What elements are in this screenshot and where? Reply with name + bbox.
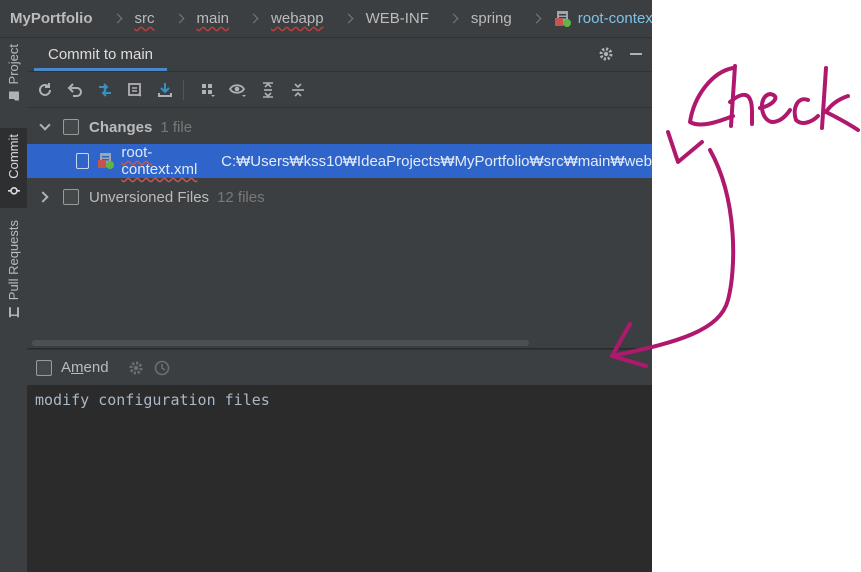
history-icon[interactable] (153, 359, 171, 377)
commit-message-text: modify configuration files (35, 391, 270, 409)
breadcrumb-item-web-inf[interactable]: WEB-INF (324, 0, 429, 37)
strip-tab-pull-requests[interactable]: Pull Requests (0, 220, 27, 330)
strip-tab-label: Pull Requests (6, 220, 21, 301)
breadcrumb-item-webapp[interactable]: webapp (229, 0, 324, 37)
expand-all-icon[interactable] (256, 78, 280, 102)
changes-count: 1 file (160, 118, 193, 136)
file-name: root-context.xml (121, 144, 198, 178)
tree-row-file[interactable]: root-context.xml C:₩Users₩kss10₩IdeaProj… (27, 144, 652, 178)
chevron-right-icon (530, 11, 546, 27)
unversioned-checkbox[interactable] (63, 189, 79, 205)
update-icon[interactable] (153, 78, 177, 102)
chevron-right-icon (342, 11, 358, 27)
breadcrumb-item-main[interactable]: main (155, 0, 230, 37)
tool-window-header: Commit to main (27, 38, 652, 72)
unversioned-label: Unversioned Files (89, 188, 210, 206)
chevron-right-icon (111, 11, 127, 27)
commit-icon (6, 185, 21, 197)
breadcrumb-item-spring[interactable]: spring (429, 0, 512, 37)
gear-icon[interactable] (596, 44, 616, 64)
folder-icon (6, 90, 21, 102)
amend-label[interactable]: Amend (61, 359, 109, 376)
blank-area (652, 0, 861, 572)
breadcrumb: MyPortfolio src main webapp WEB-INF spri… (0, 0, 652, 38)
collapse-all-icon[interactable] (286, 78, 310, 102)
amend-bar: Amend (27, 349, 652, 386)
chevron-right-icon (247, 11, 263, 27)
breadcrumb-item-file[interactable]: root-context.xml (512, 0, 652, 37)
breadcrumb-project[interactable]: MyPortfolio (0, 0, 93, 37)
diff-icon[interactable] (93, 78, 117, 102)
tab-commit-to-main[interactable]: Commit to main (34, 38, 168, 71)
unversioned-count: 12 files (217, 188, 265, 206)
chevron-right-icon[interactable] (37, 189, 53, 205)
horizontal-scrollbar[interactable] (32, 340, 529, 346)
commit-message-editor[interactable]: modify configuration files (27, 385, 652, 572)
chevron-down-icon[interactable] (37, 119, 53, 135)
breadcrumb-item-src[interactable]: src (93, 0, 155, 37)
refresh-icon[interactable] (33, 78, 57, 102)
strip-tab-commit[interactable]: Commit (0, 128, 27, 208)
chevron-right-icon (173, 11, 189, 27)
strip-tab-label: Commit (6, 134, 21, 179)
file-path: C:₩Users₩kss10₩IdeaProjects₩MyPortfolio₩… (221, 152, 652, 170)
tree-node-unversioned[interactable]: Unversioned Files 12 files (27, 180, 652, 214)
pull-request-icon (6, 306, 21, 318)
tree-node-changes[interactable]: Changes 1 file (27, 110, 652, 144)
amend-checkbox[interactable] (36, 359, 52, 376)
xml-file-icon (97, 152, 115, 170)
changes-label: Changes (89, 118, 153, 136)
tool-window-strip: Project Commit Pull Requests (0, 38, 28, 572)
gear-icon[interactable] (127, 359, 145, 377)
strip-tab-project[interactable]: Project (0, 44, 27, 120)
commit-toolbar (27, 72, 652, 108)
chevron-right-icon (447, 11, 463, 27)
rollback-icon[interactable] (63, 78, 87, 102)
strip-tab-label: Project (6, 44, 21, 85)
view-options-icon[interactable] (226, 78, 250, 102)
file-checkbox[interactable] (75, 153, 90, 169)
toolbar-divider (183, 79, 184, 100)
changes-tree: Changes 1 file root-context.xml C:₩Users… (27, 108, 652, 348)
changes-checkbox[interactable] (63, 119, 79, 135)
shelve-icon[interactable] (123, 78, 147, 102)
xml-file-icon (554, 10, 572, 28)
minimize-icon[interactable] (626, 44, 646, 64)
group-by-icon[interactable] (196, 78, 220, 102)
